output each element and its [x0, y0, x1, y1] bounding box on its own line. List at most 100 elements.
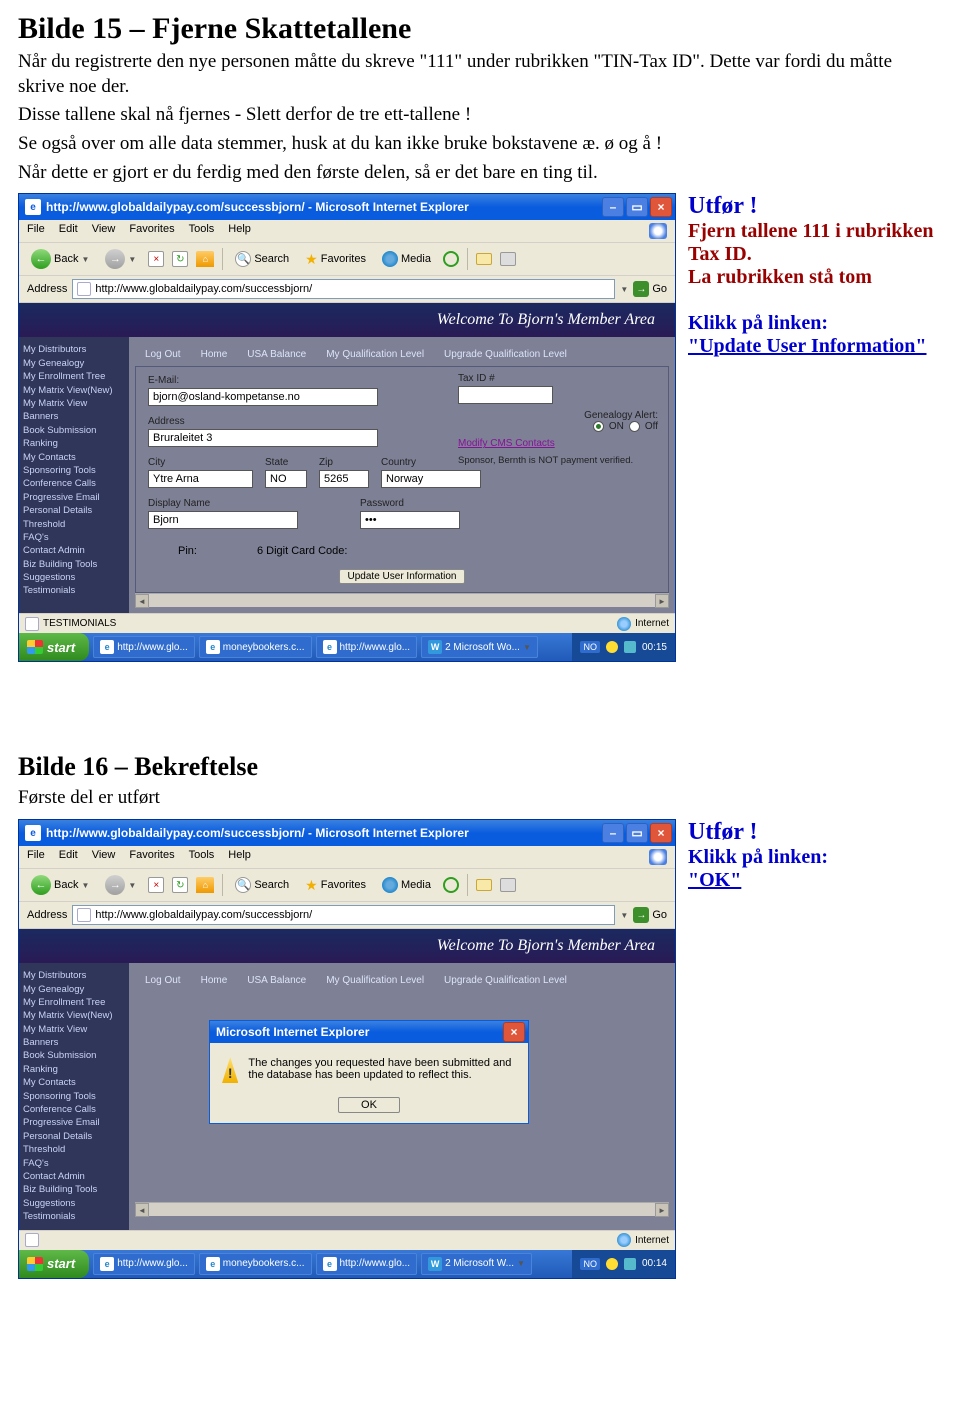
update-user-button[interactable]: Update User Information [339, 569, 466, 584]
sidebar-item[interactable]: My Matrix View [23, 397, 125, 410]
sidebar-item[interactable]: My Matrix View [23, 1023, 125, 1036]
sidebar-item[interactable]: Personal Details [23, 1130, 125, 1143]
minimize-button[interactable]: – [602, 197, 624, 217]
sidebar-item[interactable]: Suggestions [23, 1197, 125, 1210]
sidebar-item[interactable]: Banners [23, 410, 125, 423]
dialog-ok-button[interactable]: OK [338, 1097, 400, 1113]
sidebar-item[interactable]: Sponsoring Tools [23, 464, 125, 477]
taskbar-item[interactable]: emoneybookers.c... [199, 636, 312, 658]
taskbar-item[interactable]: ehttp://www.glo... [93, 1253, 195, 1275]
menu-help[interactable]: Help [228, 223, 251, 239]
home-button[interactable]: ⌂ [196, 251, 214, 267]
tray-icon[interactable] [606, 1258, 618, 1270]
dialog-close-button[interactable]: × [503, 1022, 525, 1042]
display-input[interactable] [148, 511, 298, 529]
media-button[interactable]: Media [378, 875, 435, 895]
search-button[interactable]: 🔍Search [231, 875, 293, 895]
lang-indicator[interactable]: NO [580, 641, 600, 653]
tab-upgrade[interactable]: Upgrade Qualification Level [444, 349, 567, 360]
state-input[interactable] [265, 470, 307, 488]
history-button[interactable] [443, 877, 459, 893]
tab-qualification[interactable]: My Qualification Level [326, 975, 424, 986]
sidebar-item[interactable]: Threshold [23, 518, 125, 531]
city-input[interactable] [148, 470, 253, 488]
tray-icon[interactable] [624, 641, 636, 653]
radio-off[interactable] [629, 421, 640, 432]
mail-button[interactable] [476, 879, 492, 891]
taskbar-item[interactable]: W2 Microsoft Wo...▼ [421, 636, 538, 658]
sidebar-item[interactable]: Threshold [23, 1143, 125, 1156]
taskbar-item[interactable]: W2 Microsoft W...▼ [421, 1253, 532, 1275]
sidebar-item[interactable]: Ranking [23, 1063, 125, 1076]
sidebar-item[interactable]: FAQ's [23, 1157, 125, 1170]
tab-qualification[interactable]: My Qualification Level [326, 349, 424, 360]
menu-tools[interactable]: Tools [189, 849, 215, 865]
menu-view[interactable]: View [92, 223, 116, 239]
stop-button[interactable]: × [148, 877, 164, 893]
media-button[interactable]: Media [378, 249, 435, 269]
sidebar-item[interactable]: Suggestions [23, 571, 125, 584]
menu-file[interactable]: File [27, 223, 45, 239]
home-button[interactable]: ⌂ [196, 877, 214, 893]
sidebar-item[interactable]: My Distributors [23, 969, 125, 982]
mail-button[interactable] [476, 253, 492, 265]
sidebar-item[interactable]: Progressive Email [23, 1116, 125, 1129]
sidebar-item[interactable]: Biz Building Tools [23, 558, 125, 571]
sidebar-item[interactable]: My Matrix View(New) [23, 384, 125, 397]
address-field[interactable]: http://www.globaldailypay.com/successbjo… [72, 279, 615, 299]
tab-usa-balance[interactable]: USA Balance [247, 975, 306, 986]
go-button[interactable]: →Go [633, 907, 667, 923]
close-button[interactable]: × [650, 823, 672, 843]
search-button[interactable]: 🔍Search [231, 249, 293, 269]
sidebar-item[interactable]: Testimonials [23, 584, 125, 597]
sidebar-item[interactable]: Sponsoring Tools [23, 1090, 125, 1103]
sidebar-item[interactable]: My Matrix View(New) [23, 1009, 125, 1022]
sidebar-item[interactable]: Biz Building Tools [23, 1183, 125, 1196]
sidebar-item[interactable]: Conference Calls [23, 1103, 125, 1116]
sidebar-item[interactable]: My Genealogy [23, 983, 125, 996]
sidebar-item[interactable]: My Contacts [23, 1076, 125, 1089]
sidebar-item[interactable]: Conference Calls [23, 477, 125, 490]
history-button[interactable] [443, 251, 459, 267]
tab-logout[interactable]: Log Out [145, 349, 181, 360]
close-button[interactable]: × [650, 197, 672, 217]
email-input[interactable] [148, 388, 378, 406]
taskbar-item[interactable]: emoneybookers.c... [199, 1253, 312, 1275]
sidebar-item[interactable]: Testimonials [23, 1210, 125, 1223]
address-input[interactable] [148, 429, 378, 447]
menu-file[interactable]: File [27, 849, 45, 865]
sidebar-item[interactable]: Progressive Email [23, 491, 125, 504]
stop-button[interactable]: × [148, 251, 164, 267]
taskbar-item[interactable]: ehttp://www.glo... [316, 636, 418, 658]
sidebar-item[interactable]: Personal Details [23, 504, 125, 517]
refresh-button[interactable]: ↻ [172, 877, 188, 893]
refresh-button[interactable]: ↻ [172, 251, 188, 267]
tray-icon[interactable] [606, 641, 618, 653]
back-button[interactable]: ←Back▼ [27, 247, 93, 271]
menu-tools[interactable]: Tools [189, 223, 215, 239]
print-button[interactable] [500, 252, 516, 266]
sidebar-item[interactable]: My Genealogy [23, 357, 125, 370]
sidebar-item[interactable]: My Distributors [23, 343, 125, 356]
tab-home[interactable]: Home [201, 975, 228, 986]
sidebar-item[interactable]: My Enrollment Tree [23, 996, 125, 1009]
horizontal-scrollbar[interactable]: ◄► [135, 593, 669, 607]
start-button[interactable]: start [19, 1250, 89, 1278]
address-dropdown[interactable]: ▼ [620, 911, 628, 920]
sidebar-item[interactable]: Book Submission [23, 424, 125, 437]
taskbar-item[interactable]: ehttp://www.glo... [316, 1253, 418, 1275]
favorites-button[interactable]: ★Favorites [301, 875, 370, 896]
tab-home[interactable]: Home [201, 349, 228, 360]
menu-favorites[interactable]: Favorites [129, 223, 174, 239]
forward-button[interactable]: →▼ [101, 873, 140, 897]
tab-usa-balance[interactable]: USA Balance [247, 349, 306, 360]
maximize-button[interactable]: ▭ [626, 197, 648, 217]
favorites-button[interactable]: ★Favorites [301, 249, 370, 270]
tray-icon[interactable] [624, 1258, 636, 1270]
sidebar-item[interactable]: My Enrollment Tree [23, 370, 125, 383]
sidebar-item[interactable]: Contact Admin [23, 544, 125, 557]
menu-edit[interactable]: Edit [59, 849, 78, 865]
tab-logout[interactable]: Log Out [145, 975, 181, 986]
go-button[interactable]: →Go [633, 281, 667, 297]
modify-cms-link[interactable]: Modify CMS Contacts [458, 438, 555, 449]
